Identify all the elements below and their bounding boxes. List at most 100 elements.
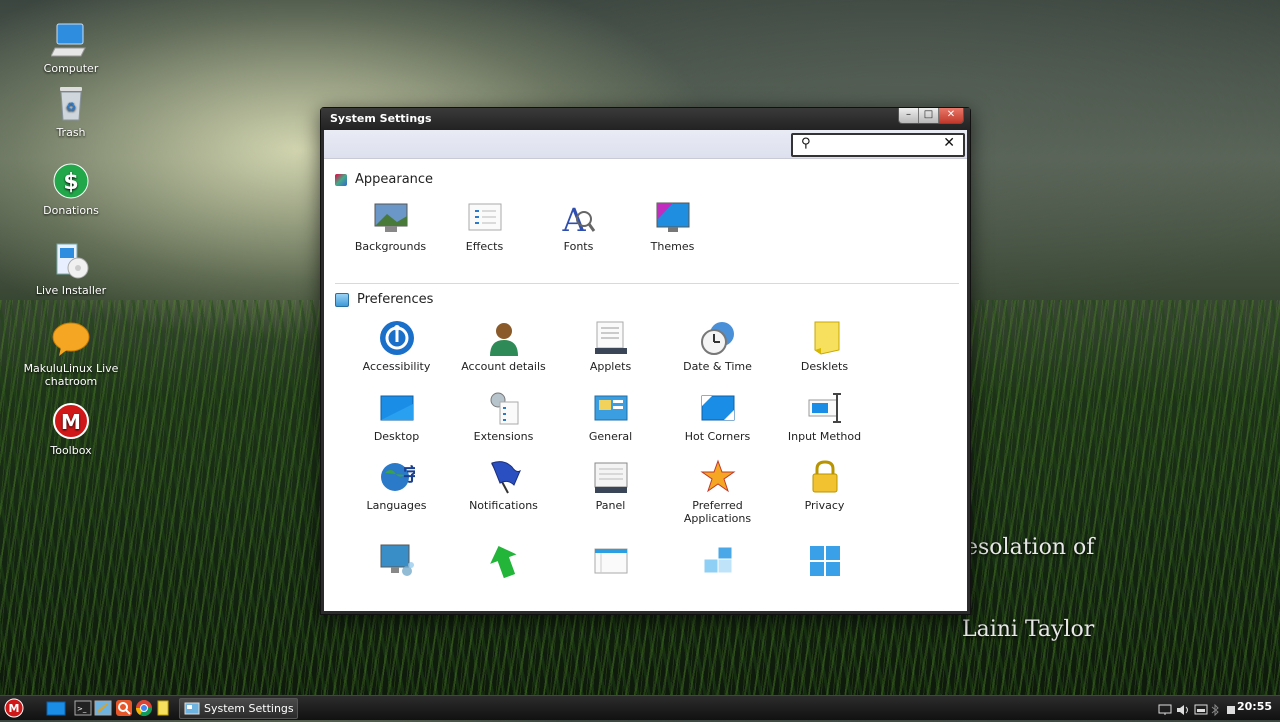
- trash-icon: ♻: [51, 84, 91, 124]
- desktop-icon-trash[interactable]: ♻ Trash: [16, 84, 126, 139]
- input-method-icon: [807, 390, 843, 426]
- settings-item-hot-corners[interactable]: Hot Corners: [664, 390, 771, 443]
- menu-button[interactable]: M: [4, 698, 24, 718]
- bluetooth-icon[interactable]: [1210, 701, 1224, 717]
- backgrounds-icon: [373, 200, 409, 236]
- desktop-icon-computer[interactable]: Computer: [16, 20, 126, 75]
- item-label: Backgrounds: [354, 240, 427, 253]
- desktop-icon-toolbox[interactable]: M Toolbox: [16, 402, 126, 457]
- system-settings-window: System Settings – □ ✕ ⚲ ✕ Appearance Bac…: [320, 107, 971, 615]
- settings-item-desklets[interactable]: Desklets: [771, 320, 878, 373]
- settings-item-applets[interactable]: Applets: [557, 320, 664, 373]
- settings-item-themes[interactable]: Themes: [619, 200, 726, 253]
- extensions-icon: [486, 390, 522, 426]
- close-button[interactable]: ✕: [938, 108, 963, 123]
- volume-icon[interactable]: [1176, 701, 1190, 715]
- search-input[interactable]: ⚲ ✕: [791, 133, 965, 157]
- terminal-icon: >_: [74, 700, 92, 716]
- launcher-software-center[interactable]: [115, 698, 133, 718]
- settings-item-effects[interactable]: Effects: [431, 200, 538, 253]
- item-label: Notifications: [469, 499, 538, 512]
- fonts-icon: A: [561, 200, 597, 239]
- settings-item-row4-1[interactable]: [343, 543, 450, 583]
- software-center-icon: [116, 700, 132, 716]
- item-label: Panel: [595, 499, 626, 512]
- settings-item-accessibility[interactable]: Accessibility: [343, 320, 450, 373]
- item-label: Desktop: [373, 430, 420, 443]
- clear-search-icon[interactable]: ✕: [943, 135, 955, 151]
- chat-bubble-icon: [51, 320, 91, 360]
- settings-item-extensions[interactable]: Extensions: [450, 390, 557, 443]
- desktop-icon-chatroom[interactable]: MakuluLinux Live chatroom: [16, 320, 126, 388]
- user-icon: [486, 320, 522, 356]
- taskbar-task-system-settings[interactable]: System Settings: [179, 698, 298, 719]
- item-label: Desklets: [800, 360, 849, 373]
- settings-content: ⚲ ✕ Appearance Backgrounds Effects A Fon…: [324, 130, 967, 611]
- launcher-chrome[interactable]: [135, 698, 153, 718]
- item-label: Themes: [650, 240, 695, 253]
- accessibility-icon: [379, 320, 415, 356]
- effects-icon: [467, 200, 503, 236]
- show-desktop-button[interactable]: [46, 698, 66, 718]
- item-label: Account details: [461, 360, 546, 373]
- launcher-notes[interactable]: [156, 698, 170, 718]
- settings-item-preferred-applications[interactable]: Preferred Applications: [664, 459, 771, 525]
- settings-item-backgrounds[interactable]: Backgrounds: [337, 200, 444, 253]
- svg-text:>_: >_: [77, 705, 87, 713]
- taskbar: M >_ System Settings 20:55: [0, 695, 1280, 720]
- settings-item-privacy[interactable]: Privacy: [771, 459, 878, 512]
- search-bar: ⚲ ✕: [324, 130, 967, 159]
- item-label: Extensions: [473, 430, 534, 443]
- svg-text:$: $: [63, 170, 78, 195]
- clock[interactable]: 20:55: [1237, 700, 1272, 713]
- screensaver-icon: [379, 543, 415, 579]
- desktop-icon-donations[interactable]: $ Donations: [16, 162, 126, 217]
- settings-item-input-method[interactable]: Input Method: [771, 390, 878, 443]
- desktop-icon: [379, 390, 415, 426]
- applets-icon: [593, 320, 629, 356]
- tray-indicator-icon[interactable]: [1226, 701, 1236, 714]
- item-label: General: [588, 430, 633, 443]
- desktop-icon-label: Donations: [43, 204, 99, 217]
- maximize-button[interactable]: □: [918, 108, 938, 123]
- settings-item-panel[interactable]: Panel: [557, 459, 664, 512]
- settings-item-row4-2[interactable]: [450, 543, 557, 583]
- launcher-settings[interactable]: [94, 698, 112, 718]
- settings-item-account-details[interactable]: Account details: [450, 320, 557, 373]
- installer-icon: [51, 242, 91, 282]
- dollar-icon: $: [51, 162, 91, 202]
- lock-icon: [807, 459, 843, 495]
- star-icon: [699, 459, 736, 495]
- item-label: Effects: [465, 240, 504, 253]
- settings-item-row4-5[interactable]: [771, 543, 878, 583]
- workspaces-icon: [700, 543, 736, 579]
- settings-item-general[interactable]: General: [557, 390, 664, 443]
- section-appearance-header: Appearance: [335, 172, 433, 187]
- settings-item-desktop[interactable]: Desktop: [343, 390, 450, 443]
- search-icon: ⚲: [801, 136, 811, 151]
- svg-text:M: M: [9, 702, 20, 715]
- show-desktop-icon: [46, 701, 66, 716]
- minimize-button[interactable]: –: [899, 108, 918, 123]
- settings-item-row4-3[interactable]: [557, 543, 664, 583]
- hot-corners-icon: [700, 390, 736, 426]
- startup-arrow-icon: [486, 543, 522, 579]
- settings-item-notifications[interactable]: Notifications: [450, 459, 557, 512]
- sticky-note-icon: [807, 320, 843, 356]
- settings-item-languages[interactable]: 字 Languages: [343, 459, 450, 512]
- screen-icon[interactable]: [1194, 701, 1208, 715]
- window-title: System Settings: [330, 112, 432, 125]
- makulu-logo-icon: M: [51, 402, 91, 442]
- desktop-icon-label: Toolbox: [50, 444, 92, 457]
- clock-icon: [700, 320, 736, 356]
- item-label: Date & Time: [683, 360, 752, 373]
- launcher-terminal[interactable]: >_: [74, 698, 92, 718]
- settings-item-row4-4[interactable]: [664, 543, 771, 583]
- svg-text:字: 字: [403, 464, 415, 486]
- settings-item-fonts[interactable]: A Fonts: [525, 200, 632, 253]
- network-icon[interactable]: [1158, 701, 1172, 715]
- chrome-icon: [135, 700, 153, 717]
- window-titlebar[interactable]: System Settings – □ ✕: [321, 108, 970, 130]
- desktop-icon-live-installer[interactable]: Live Installer: [16, 242, 126, 297]
- settings-item-date-time[interactable]: Date & Time: [664, 320, 771, 373]
